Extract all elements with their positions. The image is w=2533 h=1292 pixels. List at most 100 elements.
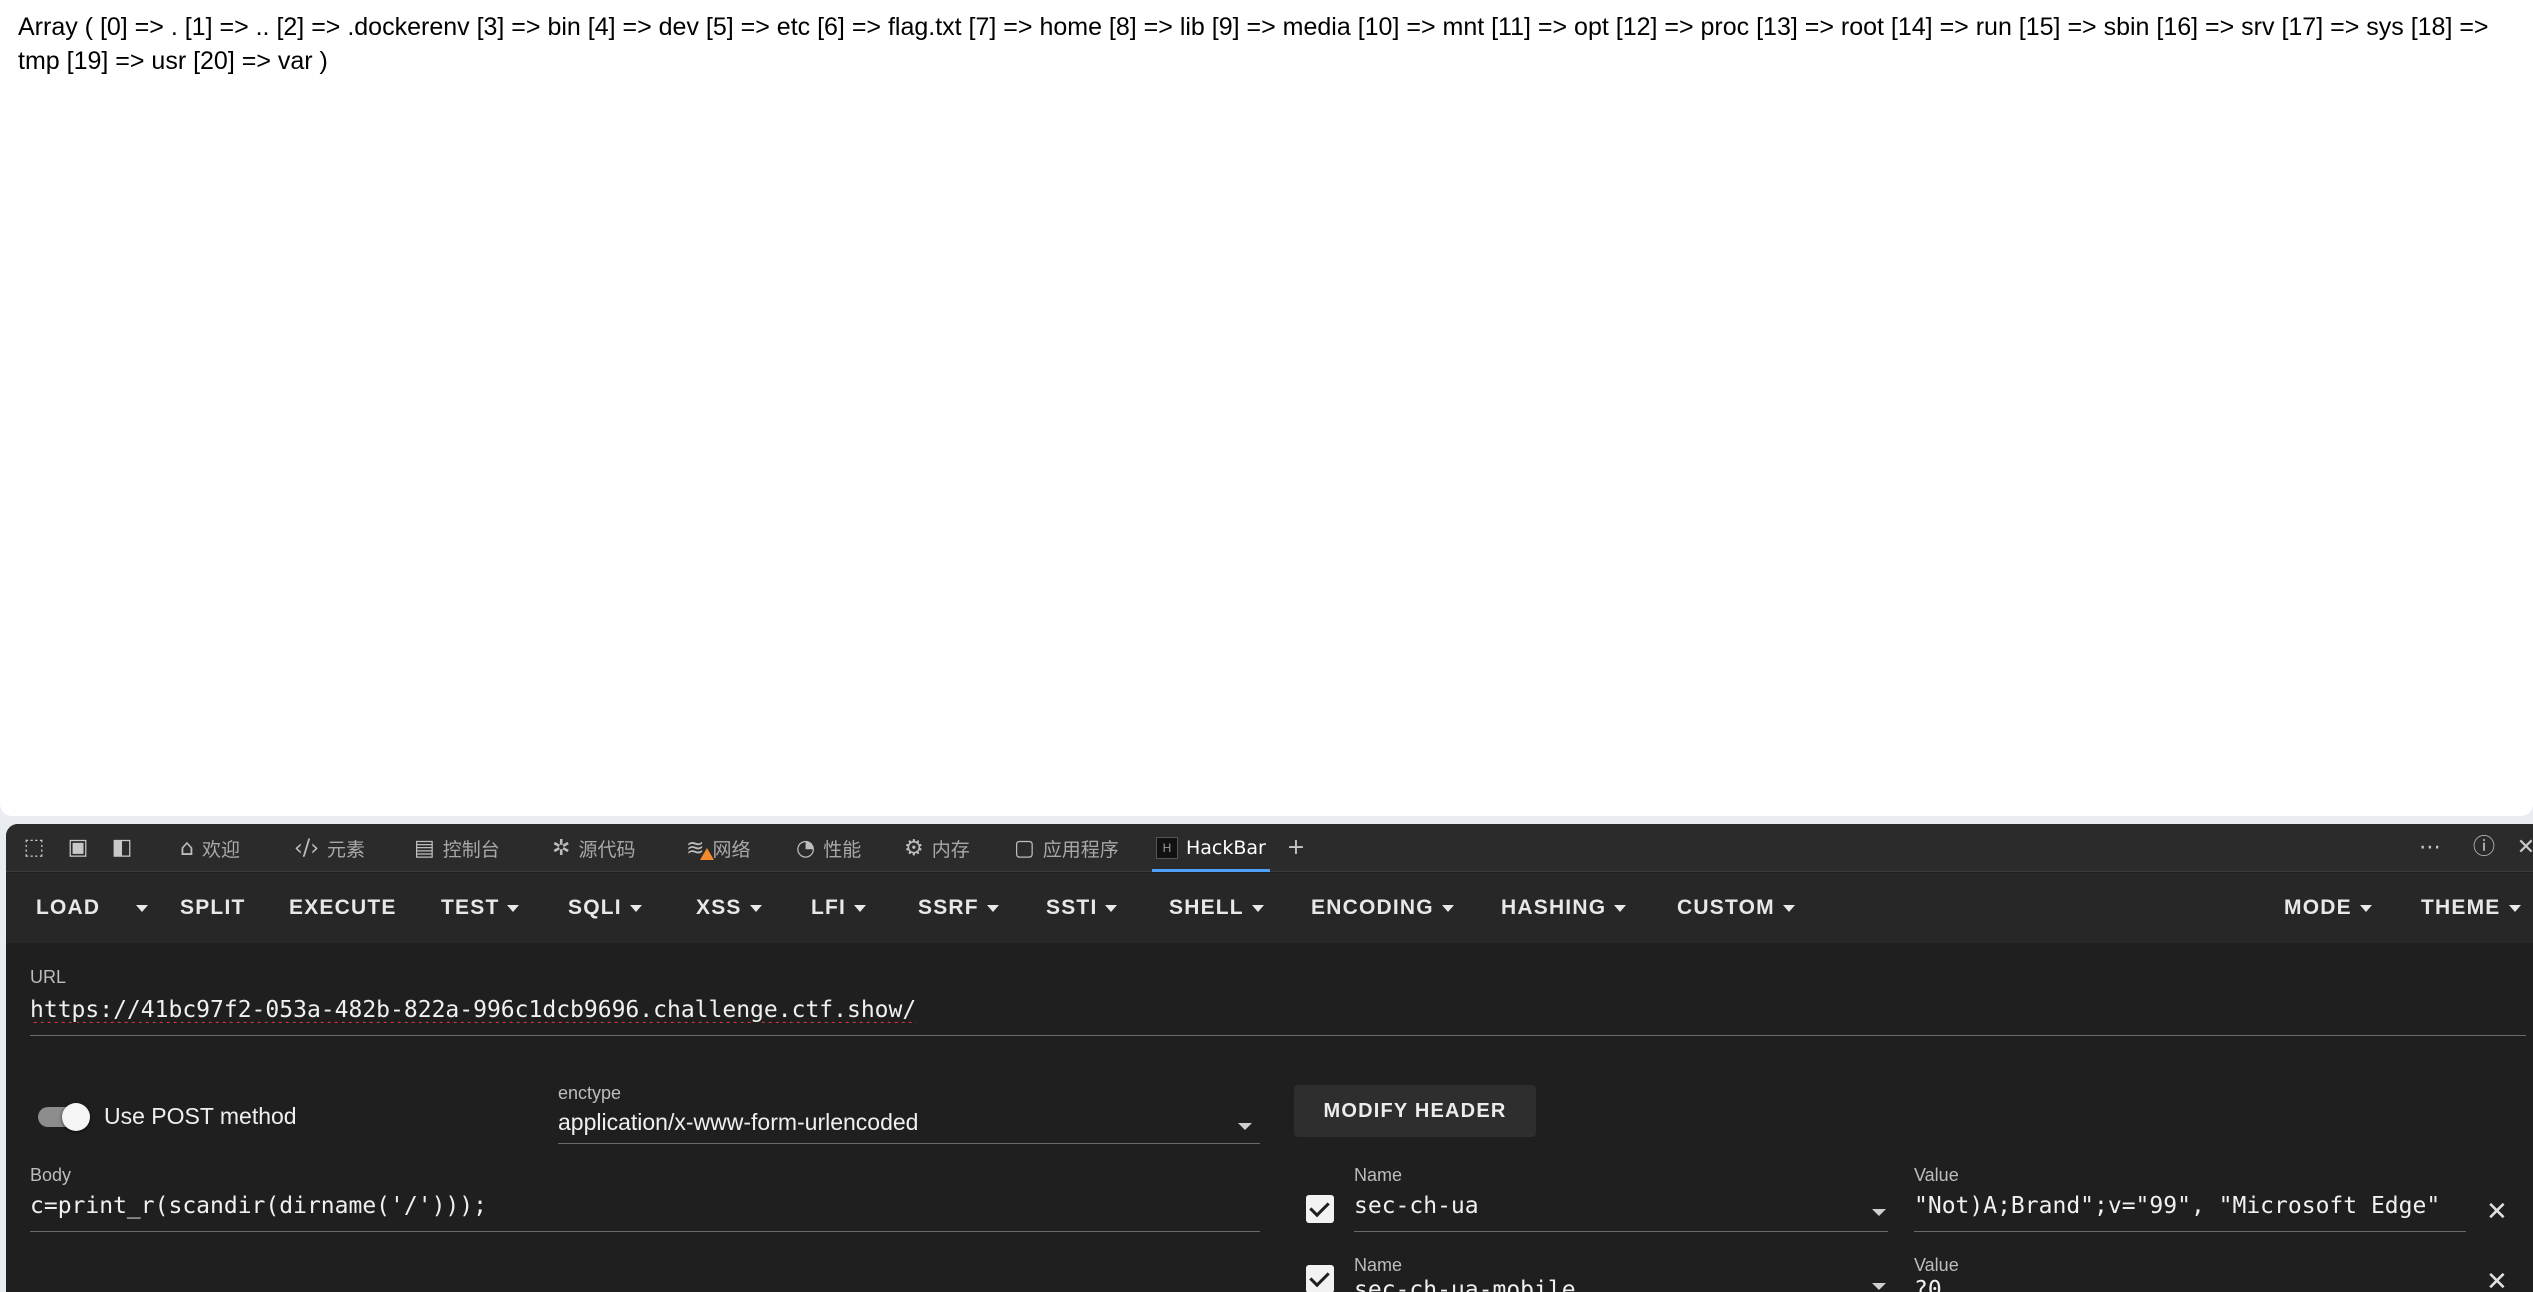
- tab-elements-label: 元素: [327, 838, 366, 861]
- enctype-label: enctype: [558, 1083, 622, 1103]
- chevron-down-icon: [1105, 904, 1118, 912]
- console-icon: ▤: [414, 835, 435, 861]
- hashing-menu[interactable]: HASHING: [1501, 873, 1627, 943]
- header-1-name-label: Name: [1354, 1165, 1403, 1185]
- ssti-label: SSTI: [1046, 896, 1098, 919]
- split-button[interactable]: SPLIT: [180, 873, 246, 943]
- hackbar-menu: LOAD SPLIT EXECUTE TEST SQLI XSS LFI SSR…: [6, 873, 2533, 943]
- header-1-remove-icon[interactable]: ✕: [2486, 1199, 2508, 1225]
- mode-menu[interactable]: MODE: [2284, 873, 2372, 943]
- test-label: TEST: [441, 896, 500, 919]
- enctype-dropdown-icon[interactable]: [1238, 1123, 1252, 1130]
- modify-header-button[interactable]: MODIFY HEADER: [1294, 1085, 1536, 1137]
- header-2-name-input[interactable]: sec-ch-ua-mobile: [1354, 1277, 1874, 1292]
- load-options-button[interactable]: [128, 873, 148, 943]
- lfi-menu[interactable]: LFI: [811, 873, 867, 943]
- tab-hackbar[interactable]: H HackBar: [1152, 824, 1270, 872]
- tab-network[interactable]: ≋ 网络: [686, 824, 750, 872]
- url-input[interactable]: https://41bc97f2-053a-482b-822a-996c1dcb…: [30, 997, 2520, 1023]
- xss-menu[interactable]: XSS: [696, 873, 762, 943]
- code-icon: ‹/›: [294, 835, 320, 861]
- header-1-value-underline: [1914, 1231, 2466, 1232]
- tab-memory-label: 内存: [931, 838, 970, 861]
- tab-console-label: 控制台: [442, 838, 500, 861]
- tab-performance-label: 性能: [823, 838, 862, 861]
- hackbar-body: URL https://41bc97f2-053a-482b-822a-996c…: [6, 943, 2533, 1292]
- load-label: LOAD: [36, 896, 101, 919]
- theme-menu[interactable]: THEME: [2421, 873, 2521, 943]
- tab-performance[interactable]: ◔ 性能: [796, 824, 861, 872]
- chevron-down-icon: [507, 904, 520, 912]
- header-2-checkbox[interactable]: [1306, 1265, 1334, 1292]
- add-tab-icon[interactable]: +: [1282, 834, 1310, 862]
- chevron-down-icon: [854, 904, 867, 912]
- tab-memory[interactable]: ⚙ 内存: [904, 824, 970, 872]
- header-2-remove-icon[interactable]: ✕: [2486, 1269, 2508, 1292]
- memory-chip-icon: ⚙: [904, 835, 924, 861]
- lfi-label: LFI: [811, 896, 847, 919]
- wifi-warning-icon: ≋: [686, 836, 714, 861]
- encoding-label: ENCODING: [1311, 896, 1434, 919]
- mode-label: MODE: [2284, 896, 2352, 919]
- ssrf-menu[interactable]: SSRF: [918, 873, 999, 943]
- header-1-name-underline: [1354, 1231, 1888, 1232]
- execute-label: EXECUTE: [289, 896, 397, 919]
- devtools-tabbar: ⬚ ▣ ◧ ⌂ 欢迎 ‹/› 元素 ▤ 控制台 ✲ 源代码 ≋ 网络 ◔ 性能 …: [6, 824, 2533, 872]
- tab-application-label: 应用程序: [1042, 838, 1119, 861]
- inspect-element-icon[interactable]: ⬚: [20, 834, 48, 862]
- gauge-icon: ◔: [796, 835, 816, 861]
- help-icon[interactable]: ⓘ: [2470, 834, 2498, 862]
- tab-application[interactable]: ▢ 应用程序: [1014, 824, 1119, 872]
- tab-welcome[interactable]: ⌂ 欢迎: [180, 824, 240, 872]
- tab-hackbar-label: HackBar: [1186, 837, 1266, 859]
- page-output-text: Array ( [0] => . [1] => .. [2] => .docke…: [18, 13, 2489, 75]
- tab-welcome-label: 欢迎: [201, 838, 240, 861]
- execute-button[interactable]: EXECUTE: [289, 873, 397, 943]
- sqli-menu[interactable]: SQLI: [568, 873, 642, 943]
- chevron-down-icon: [986, 904, 999, 912]
- close-devtools-icon[interactable]: ✕: [2512, 834, 2533, 862]
- body-input[interactable]: c=print_r(scandir(dirname('/')));: [30, 1193, 1260, 1219]
- tab-console[interactable]: ▤ 控制台: [414, 824, 500, 872]
- load-button[interactable]: LOAD: [36, 873, 100, 943]
- enctype-select[interactable]: application/x-www-form-urlencoded: [558, 1109, 918, 1136]
- page-content: Array ( [0] => . [1] => .. [2] => .docke…: [0, 0, 2533, 816]
- shell-menu[interactable]: SHELL: [1169, 873, 1264, 943]
- header-1-value-input[interactable]: "Not)A;Brand";v="99", "Microsoft Edge": [1914, 1193, 2466, 1219]
- dock-side-icon[interactable]: ◧: [108, 834, 136, 862]
- header-1-value-label: Value: [1914, 1165, 1959, 1185]
- chevron-down-icon: [1441, 904, 1454, 912]
- chevron-down-icon: [2359, 904, 2372, 912]
- test-menu[interactable]: TEST: [441, 873, 520, 943]
- tab-sources[interactable]: ✲ 源代码: [552, 824, 635, 872]
- body-value: c=print_r(scandir(dirname('/')));: [30, 1193, 487, 1219]
- xss-label: XSS: [696, 896, 742, 919]
- chevron-down-icon: [1782, 904, 1795, 912]
- tab-sources-label: 源代码: [578, 838, 636, 861]
- enctype-underline: [558, 1143, 1260, 1144]
- ssti-menu[interactable]: SSTI: [1046, 873, 1118, 943]
- tab-elements[interactable]: ‹/› 元素: [294, 824, 365, 872]
- custom-label: CUSTOM: [1677, 896, 1775, 919]
- url-underline: [30, 1035, 2526, 1036]
- post-method-toggle[interactable]: [32, 1101, 90, 1131]
- more-options-icon[interactable]: ⋯: [2416, 834, 2444, 862]
- header-1-name-input[interactable]: sec-ch-ua: [1354, 1193, 1874, 1219]
- header-1-name-dropdown-icon[interactable]: [1872, 1209, 1886, 1216]
- body-label: Body: [30, 1165, 72, 1185]
- device-emulation-icon[interactable]: ▣: [64, 834, 92, 862]
- encoding-menu[interactable]: ENCODING: [1311, 873, 1454, 943]
- header-2-value-label: Value: [1914, 1255, 1959, 1275]
- header-1-checkbox[interactable]: [1306, 1195, 1334, 1223]
- toggle-knob: [62, 1103, 90, 1131]
- chevron-down-icon: [1251, 904, 1264, 912]
- custom-menu[interactable]: CUSTOM: [1677, 873, 1795, 943]
- header-2-name-dropdown-icon[interactable]: [1872, 1283, 1886, 1290]
- body-underline: [30, 1231, 1260, 1232]
- hackbar-logo-icon: H: [1156, 837, 1178, 859]
- chevron-down-icon: [1614, 904, 1627, 912]
- post-method-label: Use POST method: [104, 1103, 297, 1129]
- header-2-value-input[interactable]: ?0: [1914, 1277, 2466, 1292]
- header-2-name-label: Name: [1354, 1255, 1403, 1275]
- home-icon: ⌂: [180, 835, 194, 861]
